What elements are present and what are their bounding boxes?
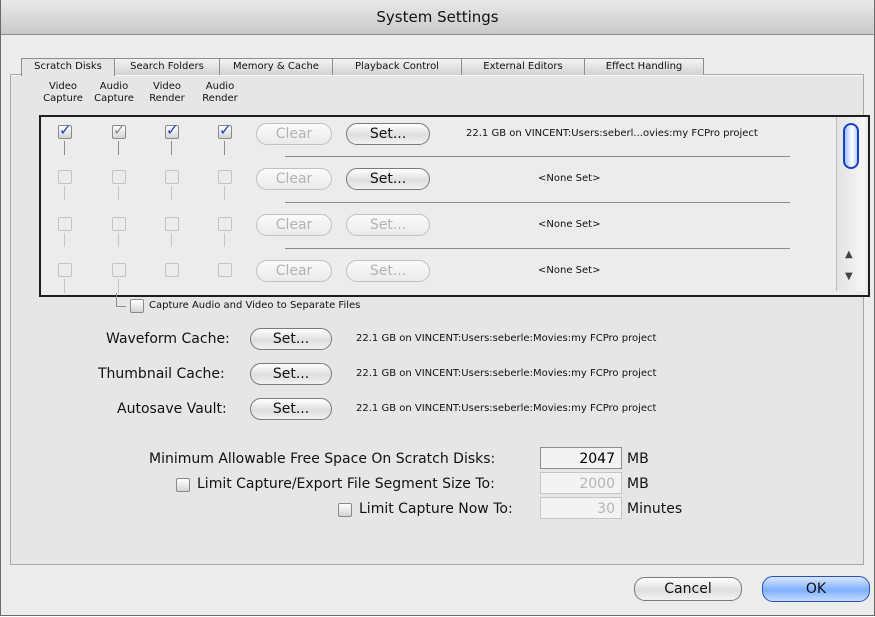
connector-line: [116, 293, 117, 307]
thumbnail-cache-label: Thumbnail Cache:: [98, 366, 225, 382]
autosave-vault-path: 22.1 GB on VINCENT:Users:seberle:Movies:…: [356, 403, 657, 414]
waveform-set-button[interactable]: Set...: [250, 328, 332, 350]
limit-capture-now-checkbox[interactable]: [338, 503, 352, 517]
column-header-line: Audio: [99, 81, 129, 92]
cancel-button[interactable]: Cancel: [634, 577, 742, 601]
ok-button[interactable]: OK: [762, 576, 870, 602]
scratch-disk-path: 22.1 GB on VINCENT:Users:seberl...ovies:…: [466, 128, 758, 139]
connector-line: [118, 141, 119, 155]
scrollbar-thumb[interactable]: [843, 123, 859, 169]
connector-line: [224, 186, 225, 200]
column-header-line: Video: [152, 81, 182, 92]
connector-line: [64, 233, 65, 247]
connector-line: [171, 186, 172, 200]
checkbox-video-render[interactable]: [165, 121, 179, 139]
scratch-disk-path: <None Set>: [538, 173, 601, 184]
set-button[interactable]: Set...: [346, 123, 430, 145]
column-header-video-capture: Video Capture: [37, 81, 89, 105]
tab-scratch-disks[interactable]: Scratch Disks: [21, 58, 115, 76]
column-header-line: Render: [149, 93, 185, 104]
connector-line: [64, 141, 65, 155]
limit-capture-now-unit: Minutes: [627, 501, 683, 517]
tab-effect-handling[interactable]: Effect Handling: [584, 58, 704, 75]
checkbox-audio-render[interactable]: [218, 263, 232, 277]
tab-playback-control[interactable]: Playback Control: [332, 58, 462, 75]
min-free-space-label: Minimum Allowable Free Space On Scratch …: [149, 451, 496, 467]
window-title: System Settings: [1, 0, 874, 35]
thumbnail-cache-path: 22.1 GB on VINCENT:Users:seberle:Movies:…: [356, 368, 657, 379]
column-header-line: Video: [48, 81, 78, 92]
column-header-audio-render: Audio Render: [194, 81, 246, 105]
tab-search-folders[interactable]: Search Folders: [114, 58, 220, 75]
list-scrollbar[interactable]: ▲ ▼: [836, 117, 865, 291]
connector-line: [118, 186, 119, 200]
connector-line: [171, 141, 172, 155]
min-free-space-unit: MB: [627, 451, 649, 467]
autosave-vault-label: Autosave Vault:: [117, 401, 227, 417]
checkbox-video-capture[interactable]: [58, 121, 72, 139]
clear-button[interactable]: Clear: [256, 168, 332, 190]
column-header-line: Render: [202, 93, 238, 104]
connector-line: [224, 141, 225, 155]
checkbox-video-capture[interactable]: [58, 170, 72, 184]
limit-segment-checkbox[interactable]: [176, 478, 190, 492]
scroll-down-arrow-icon[interactable]: ▼: [845, 271, 853, 282]
limit-segment-unit: MB: [627, 476, 649, 492]
connector-line: [64, 186, 65, 200]
column-header-line: Capture: [43, 93, 83, 104]
clear-button[interactable]: Clear: [256, 260, 332, 282]
connector-line: [171, 233, 172, 247]
autosave-set-button[interactable]: Set...: [250, 398, 332, 420]
scratch-disk-path: <None Set>: [538, 265, 601, 276]
row-divider: [285, 156, 790, 157]
min-free-space-input[interactable]: 2047: [540, 447, 622, 469]
scratch-disk-list[interactable]: Clear Set... 22.1 GB on VINCENT:Users:se…: [39, 115, 870, 297]
limit-capture-now-label: Limit Capture Now To:: [359, 501, 513, 517]
checkbox-video-capture[interactable]: [58, 217, 72, 231]
checkbox-video-capture[interactable]: [58, 263, 72, 277]
clear-button[interactable]: Clear: [256, 123, 332, 145]
checkbox-audio-capture[interactable]: [112, 170, 126, 184]
connector-line: [118, 233, 119, 247]
checkbox-audio-capture[interactable]: [112, 217, 126, 231]
waveform-cache-label: Waveform Cache:: [106, 331, 230, 347]
separate-files-label: Capture Audio and Video to Separate File…: [149, 300, 361, 311]
connector-line: [64, 279, 65, 293]
clear-button[interactable]: Clear: [256, 214, 332, 236]
tab-memory-cache[interactable]: Memory & Cache: [219, 58, 333, 75]
row-divider: [285, 202, 790, 203]
separate-files-checkbox[interactable]: [130, 299, 144, 313]
column-header-audio-capture: Audio Capture: [88, 81, 140, 105]
limit-segment-input[interactable]: 2000: [540, 472, 622, 494]
checkbox-video-render[interactable]: [165, 263, 179, 277]
checkbox-video-render[interactable]: [165, 217, 179, 231]
thumbnail-set-button[interactable]: Set...: [250, 363, 332, 385]
tab-external-editors[interactable]: External Editors: [461, 58, 585, 75]
checkbox-audio-render[interactable]: [218, 217, 232, 231]
checkbox-audio-render[interactable]: [218, 121, 232, 139]
scroll-up-arrow-icon[interactable]: ▲: [845, 249, 853, 260]
limit-capture-now-input[interactable]: 30: [540, 497, 622, 519]
set-button[interactable]: Set...: [346, 168, 430, 190]
row-divider: [285, 248, 790, 249]
column-header-line: Capture: [94, 93, 134, 104]
system-settings-window: System Settings Scratch Disks Search Fol…: [0, 0, 875, 616]
connector-line: [116, 306, 126, 307]
column-header-video-render: Video Render: [141, 81, 193, 105]
set-button[interactable]: Set...: [346, 260, 430, 282]
scratch-disk-path: <None Set>: [538, 219, 601, 230]
checkbox-audio-capture[interactable]: [112, 263, 126, 277]
connector-line: [118, 279, 119, 293]
checkbox-audio-capture[interactable]: [112, 121, 126, 139]
set-button[interactable]: Set...: [346, 214, 430, 236]
connector-line: [224, 233, 225, 247]
column-header-line: Audio: [205, 81, 235, 92]
checkbox-video-render[interactable]: [165, 170, 179, 184]
checkbox-audio-render[interactable]: [218, 170, 232, 184]
limit-segment-label: Limit Capture/Export File Segment Size T…: [197, 476, 495, 492]
waveform-cache-path: 22.1 GB on VINCENT:Users:seberle:Movies:…: [356, 333, 657, 344]
